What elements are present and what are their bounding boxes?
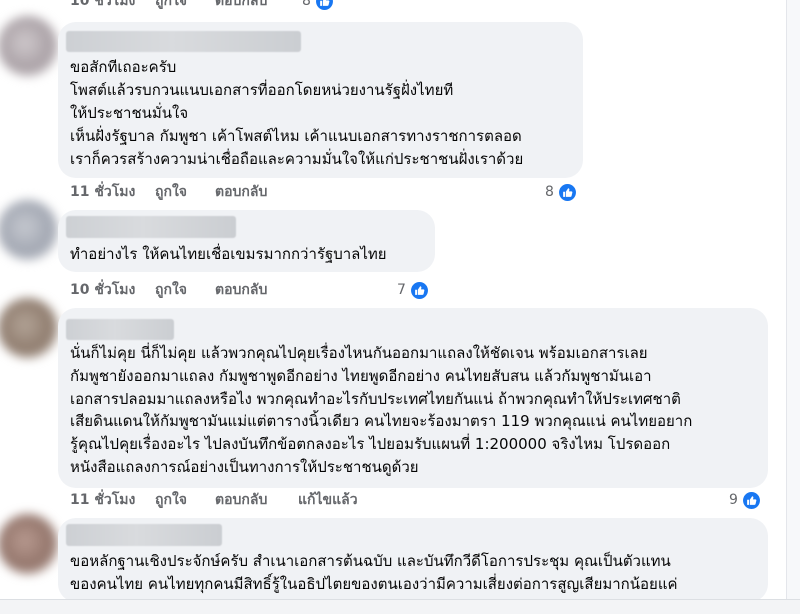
comment-bubble: ขอหลักฐานเชิงประจักษ์ครับ สำเนาเอกสารต้น… <box>58 518 768 602</box>
reaction-count-number: 7 <box>397 282 406 298</box>
reply-button[interactable]: ตอบกลับ <box>215 280 267 300</box>
comment-text-line: โพสต์แล้วรบกวนแนบเอกสารที่ออกโดยหน่วยงาน… <box>70 81 454 99</box>
comment-text: นั่นก็ไม่คุย นี่ก็ไม่คุย แล้วพวกคุณไปคุย… <box>70 342 760 479</box>
comment-text-line: กัมพูชายังออกมาแถลง กัมพูชาพูดอีกอย่าง ไ… <box>70 366 652 385</box>
avatar[interactable] <box>0 16 58 76</box>
reaction-count[interactable]: 9 <box>729 490 761 510</box>
bottom-bar <box>0 599 800 614</box>
comment-text-line: เราก็ควรสร้างความน่าเชื่อถือและความมั่นใ… <box>70 150 524 168</box>
reaction-count[interactable]: 7 <box>397 280 429 300</box>
comment-text-line: ขอหลักฐานเชิงประจักษ์ครับ สำเนาเอกสารต้น… <box>70 552 671 570</box>
comment-text: ทำอย่างไร ให้คนไทยเชื่อเขมรมากกว่ารัฐบาล… <box>70 243 427 266</box>
like-button[interactable]: ถูกใจ <box>155 280 187 300</box>
reaction-count-number: 8 <box>545 184 554 200</box>
comment-actions: 11 ชั่วโมง ถูกใจ ตอบกลับ 8 <box>0 182 786 202</box>
edited-label[interactable]: แก้ไขแล้ว <box>298 490 358 510</box>
reply-button[interactable]: ตอบกลับ <box>215 490 267 510</box>
reply-button[interactable]: ตอบกลับ <box>215 0 267 11</box>
comment-actions: 10 ชั่วโมง ถูกใจ ตอบกลับ 7 <box>0 280 786 300</box>
like-button[interactable]: ถูกใจ <box>155 490 187 510</box>
comment-bubble: นั่นก็ไม่คุย นี่ก็ไม่คุย แล้วพวกคุณไปคุย… <box>58 308 768 488</box>
reaction-count-number: 8 <box>302 0 311 9</box>
comment-timestamp[interactable]: 10 ชั่วโมง <box>70 0 135 11</box>
comment-bubble: ทำอย่างไร ให้คนไทยเชื่อเขมรมากกว่ารัฐบาล… <box>58 210 435 272</box>
author-name-redacted[interactable] <box>66 319 174 340</box>
avatar[interactable] <box>0 298 58 358</box>
author-name-redacted[interactable] <box>66 524 222 546</box>
comment-text-line: ให้ประชาชนมั่นใจ <box>70 104 189 122</box>
comment-timestamp[interactable]: 11 ชั่วโมง <box>70 490 135 510</box>
panel-edge <box>786 0 800 614</box>
comment-text-line: นั่นก็ไม่คุย นี่ก็ไม่คุย แล้วพวกคุณไปคุย… <box>70 344 648 362</box>
avatar[interactable] <box>0 200 58 260</box>
comment-text-line: หนังสือแถลงการณ์อย่างเป็นทางการให้ประชาช… <box>70 457 419 476</box>
comment-bubble: ขอสักทีเถอะครับ โพสต์แล้วรบกวนแนบเอกสารท… <box>58 22 583 178</box>
comment-text-line: เสียดินแดนให้กัมพูชามันแม่แต่ตารางนิ้วเด… <box>70 412 693 431</box>
comment-text-line: เห็นฝั่งรัฐบาล กัมพูชา เค้าโพสต์ไหม เค้า… <box>70 127 522 145</box>
comment-actions: 11 ชั่วโมง ถูกใจ ตอบกลับ แก้ไขแล้ว 9 <box>0 490 786 510</box>
comment-text-line: เอกสารปลอมมาแถลงหรือไง พวกคุณทำอะไรกับปร… <box>70 389 681 408</box>
comment-text-line: รู้คุณไปคุยเรื่องอะไร ไปลงบันทึกข้อตกลงอ… <box>70 435 671 454</box>
comment-timestamp[interactable]: 10 ชั่วโมง <box>70 280 135 300</box>
like-icon <box>742 490 761 510</box>
comment-text-line: ของคนไทย คนไทยทุกคนมีสิทธิ์รู้ในอธิปไตยข… <box>70 575 678 593</box>
comment-actions: 10 ชั่วโมง ถูกใจ ตอบกลับ 8 <box>0 0 786 11</box>
reaction-count-number: 9 <box>729 492 738 508</box>
avatar[interactable] <box>0 514 58 574</box>
comment-text: ขอสักทีเถอะครับ โพสต์แล้วรบกวนแนบเอกสารท… <box>70 56 575 171</box>
reaction-count[interactable]: 8 <box>545 182 577 202</box>
like-icon <box>315 0 334 11</box>
comment-text: ขอหลักฐานเชิงประจักษ์ครับ สำเนาเอกสารต้น… <box>70 550 760 596</box>
like-icon <box>558 182 577 202</box>
comment-timestamp[interactable]: 11 ชั่วโมง <box>70 182 135 202</box>
author-name-redacted[interactable] <box>66 31 301 52</box>
reply-button[interactable]: ตอบกลับ <box>215 182 267 202</box>
like-button[interactable]: ถูกใจ <box>155 0 187 11</box>
comment-text-line: ขอสักทีเถอะครับ <box>70 58 177 76</box>
like-button[interactable]: ถูกใจ <box>155 182 187 202</box>
like-icon <box>410 280 429 300</box>
comment-text-line: ทำอย่างไร ให้คนไทยเชื่อเขมรมากกว่ารัฐบาล… <box>70 245 387 263</box>
reaction-count[interactable]: 8 <box>302 0 334 11</box>
author-name-redacted[interactable] <box>66 216 236 238</box>
